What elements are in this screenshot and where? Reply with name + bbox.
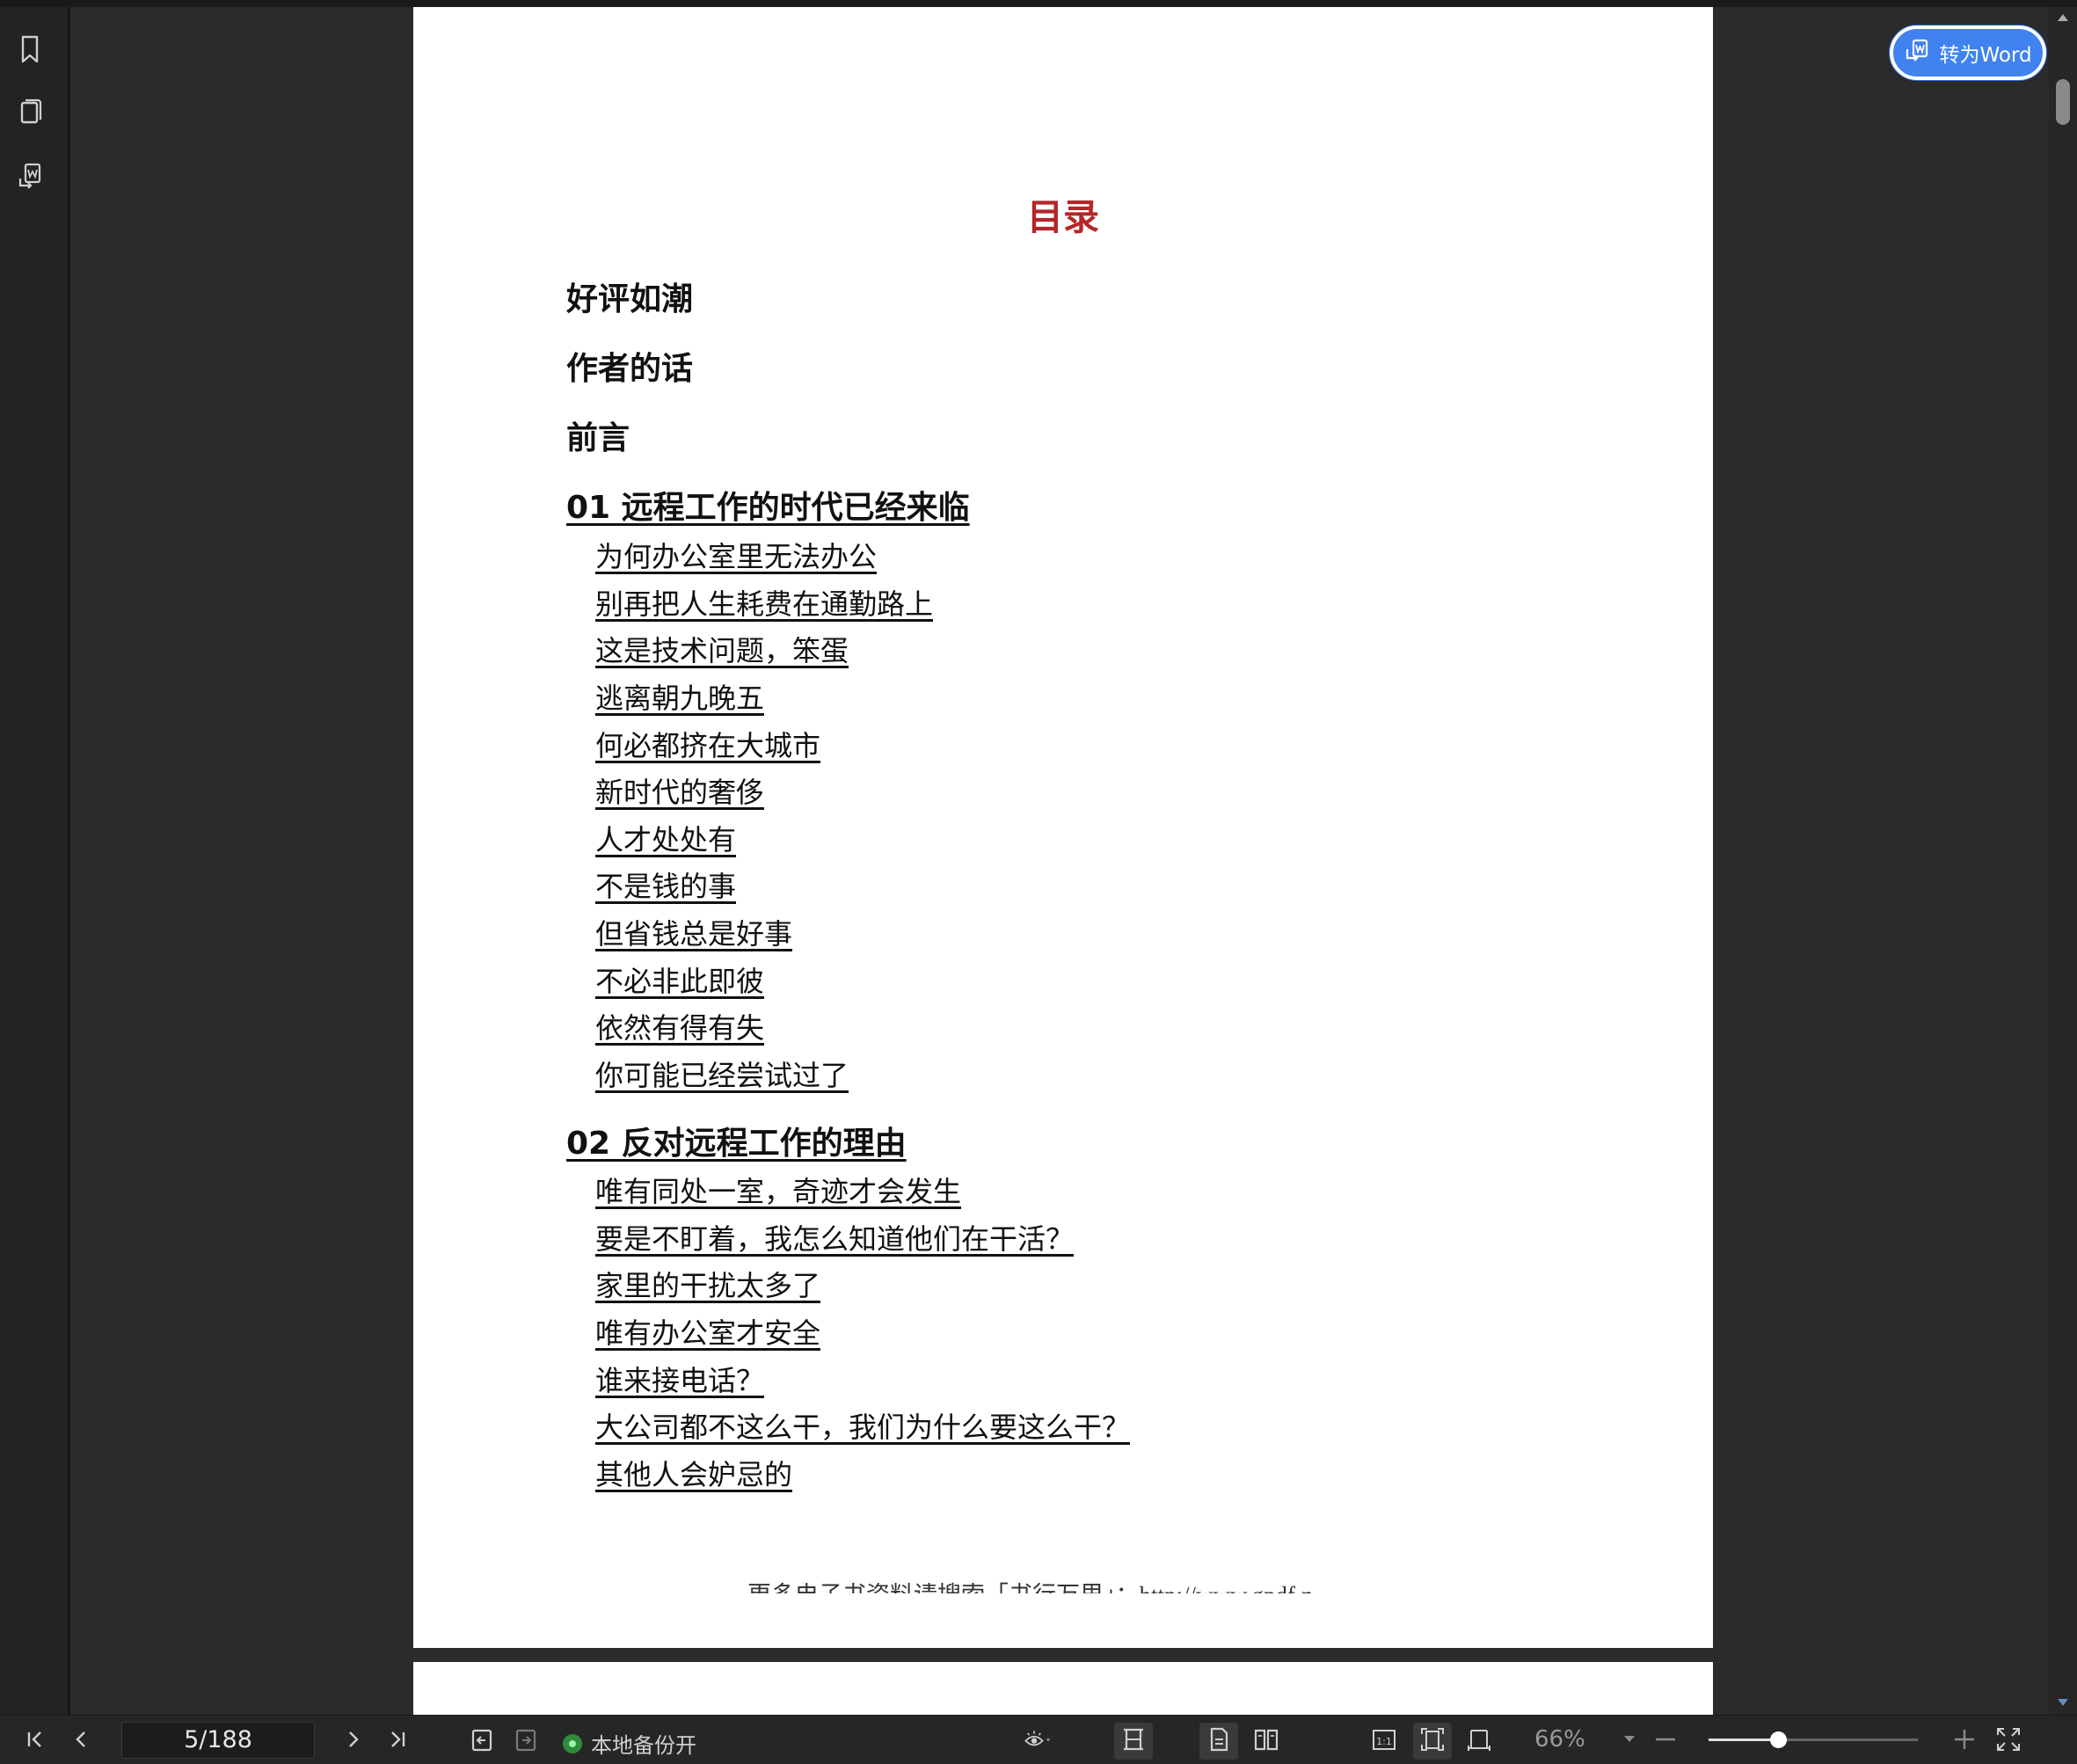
back-view-button[interactable] [466, 1726, 498, 1756]
continuous-scroll-button[interactable] [1118, 1726, 1149, 1756]
eye-icon [1024, 1725, 1052, 1757]
fit-width-icon [1465, 1725, 1493, 1757]
two-page-button[interactable] [1250, 1726, 1282, 1756]
forward-icon [512, 1725, 540, 1757]
toc-item[interactable]: 逃离朝九晚五 [595, 676, 764, 717]
left-toolbar [0, 7, 70, 1715]
fit-page-button[interactable] [1417, 1726, 1448, 1756]
toc-item[interactable]: 要是不盯着，我怎么知道他们在干活？ [595, 1217, 1074, 1257]
vertical-scrollbar[interactable] [2049, 7, 2077, 1715]
toc-title: 目录 [1027, 196, 1099, 238]
local-backup-status[interactable]: 本地备份开 [563, 1728, 696, 1759]
toc-item[interactable]: 大公司都不这么干，我们为什么要这么干？ [595, 1405, 1130, 1446]
actual-size-icon: 1:1 [1370, 1725, 1398, 1757]
toc-item[interactable]: 但省钱总是好事 [595, 912, 792, 952]
zoom-out-button[interactable] [1650, 1726, 1681, 1756]
convert-word-icon [1904, 37, 1930, 69]
bookmark-icon [17, 34, 43, 68]
last-page-icon [383, 1725, 412, 1757]
toc-item[interactable]: 你可能已经尝试过了 [595, 1053, 849, 1094]
toc-item[interactable]: 依然有得有失 [595, 1006, 764, 1046]
zoom-level[interactable]: 66% [1534, 1726, 1585, 1753]
back-icon [468, 1725, 496, 1757]
fullscreen-button[interactable] [1993, 1726, 2024, 1756]
toc-item[interactable]: 不是钱的事 [595, 864, 736, 905]
zoom-slider[interactable] [1709, 1731, 1918, 1748]
pdf-page: 目录 好评如潮 作者的话 前言 01 远程工作的时代已经来临 为何办公室里无法办… [413, 7, 1713, 1648]
toc-item[interactable]: 家里的干扰太多了 [595, 1264, 820, 1304]
toc-item[interactable]: 谁来接电话？ [595, 1359, 764, 1399]
first-page-button[interactable] [19, 1726, 51, 1756]
toc-chapter-01[interactable]: 01 远程工作的时代已经来临 [566, 482, 970, 528]
page-number-input[interactable]: 5/188 [121, 1722, 315, 1759]
toc-item[interactable]: 不必非此即彼 [595, 959, 764, 1000]
toc-entry-author-note[interactable]: 作者的话 [566, 343, 693, 389]
next-pdf-page [413, 1662, 1713, 1715]
toc-item[interactable]: 新时代的奢侈 [595, 770, 764, 811]
forward-view-button[interactable] [510, 1726, 542, 1756]
page-footer: 更多电子书资料请搜索「书行万里」：http://www.gpdf.n [747, 1564, 1381, 1593]
single-page-button[interactable] [1203, 1726, 1235, 1756]
zoom-slider-fill [1709, 1738, 1778, 1741]
plus-icon [1950, 1725, 1979, 1757]
svg-text:1:1: 1:1 [1376, 1736, 1392, 1747]
page-footer-text: 更多电子书资料请搜索「书行万里」：http://www.gpdf.n [747, 1582, 1313, 1593]
scroll-down-arrow[interactable] [2058, 1699, 2068, 1706]
toc-item[interactable]: 何必都挤在大城市 [595, 724, 820, 764]
toc-item[interactable]: 这是技术问题，笨蛋 [595, 629, 849, 669]
continuous-scroll-icon [1119, 1725, 1148, 1757]
bottom-status-bar: 5/188 本地备份开 1:1 66% [0, 1715, 2077, 1764]
bookmark-button[interactable] [12, 33, 47, 69]
convert-document-icon [17, 161, 43, 194]
toc-entry-preface[interactable]: 前言 [566, 412, 630, 458]
single-page-icon [1205, 1725, 1233, 1757]
zoom-dropdown-caret-icon[interactable] [1624, 1736, 1635, 1742]
toc-item[interactable]: 其他人会妒忌的 [595, 1453, 792, 1493]
zoom-in-button[interactable] [1949, 1726, 1980, 1756]
toc-item[interactable]: 为何办公室里无法办公 [595, 535, 877, 575]
backup-status-dot-icon [563, 1733, 582, 1753]
next-page-button[interactable] [338, 1726, 369, 1756]
toc-item[interactable]: 人才处处有 [595, 818, 736, 858]
actual-size-button[interactable]: 1:1 [1368, 1726, 1400, 1756]
previous-page-button[interactable] [65, 1726, 97, 1756]
thumbnail-button[interactable] [12, 97, 47, 132]
first-page-icon [21, 1725, 49, 1757]
toc-item[interactable]: 别再把人生耗费在通勤路上 [595, 582, 933, 623]
fit-page-icon [1418, 1725, 1447, 1757]
toc-item[interactable]: 唯有同处一室，奇迹才会发生 [595, 1170, 961, 1210]
toc-chapter-02[interactable]: 02 反对远程工作的理由 [566, 1118, 907, 1163]
chevron-right-icon [339, 1725, 368, 1757]
last-page-button[interactable] [382, 1726, 413, 1756]
window-top-edge [0, 0, 2077, 7]
toc-item[interactable]: 唯有办公室才安全 [595, 1311, 820, 1352]
convert-to-word-label: 转为Word [1939, 44, 2032, 67]
chevron-left-icon [67, 1725, 95, 1757]
fit-width-button[interactable] [1463, 1726, 1495, 1756]
zoom-slider-knob[interactable] [1769, 1731, 1787, 1748]
thumbnail-icon [17, 98, 43, 131]
convert-document-button[interactable] [12, 160, 47, 195]
document-viewer[interactable]: 目录 好评如潮 作者的话 前言 01 远程工作的时代已经来临 为何办公室里无法办… [73, 7, 2049, 1715]
scrollbar-thumb[interactable] [2056, 79, 2070, 125]
minus-icon [1651, 1725, 1680, 1757]
eye-care-mode-button[interactable] [1017, 1726, 1059, 1756]
convert-to-word-button[interactable]: 转为Word [1890, 26, 2046, 80]
scroll-up-arrow[interactable] [2058, 14, 2068, 21]
toc-entry-reviews[interactable]: 好评如潮 [566, 273, 693, 319]
backup-status-label: 本地备份开 [591, 1733, 696, 1758]
two-page-icon [1252, 1725, 1280, 1757]
fullscreen-icon [1994, 1725, 2022, 1757]
